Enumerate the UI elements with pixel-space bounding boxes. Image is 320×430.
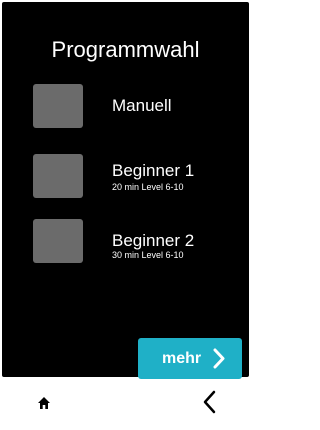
screen: Programmwahl Manuell Beginner 1 20 min L… <box>0 0 253 430</box>
bottom-navbar <box>0 382 253 430</box>
program-thumbnail <box>33 84 83 128</box>
program-thumbnail <box>33 154 83 198</box>
chevron-right-icon <box>213 348 225 369</box>
program-details: 20 min Level 6-10 <box>112 182 184 192</box>
program-item-beginner-2[interactable]: Beginner 2 30 min Level 6-10 <box>33 219 233 263</box>
more-button-label: mehr <box>162 350 202 367</box>
program-item-beginner-1[interactable]: Beginner 1 20 min Level 6-10 <box>33 154 233 198</box>
program-name: Manuell <box>112 96 172 115</box>
program-item-manuell[interactable]: Manuell <box>33 84 233 128</box>
home-icon[interactable] <box>37 396 51 410</box>
more-button[interactable]: mehr <box>138 338 242 379</box>
chevron-left-icon[interactable] <box>202 390 218 414</box>
program-name: Beginner 1 <box>112 161 195 180</box>
program-panel: Programmwahl Manuell Beginner 1 20 min L… <box>2 2 249 377</box>
program-thumbnail <box>33 219 83 263</box>
page-title: Programmwahl <box>51 37 200 62</box>
program-details: 30 min Level 6-10 <box>112 250 184 260</box>
program-name: Beginner 2 <box>112 231 195 250</box>
